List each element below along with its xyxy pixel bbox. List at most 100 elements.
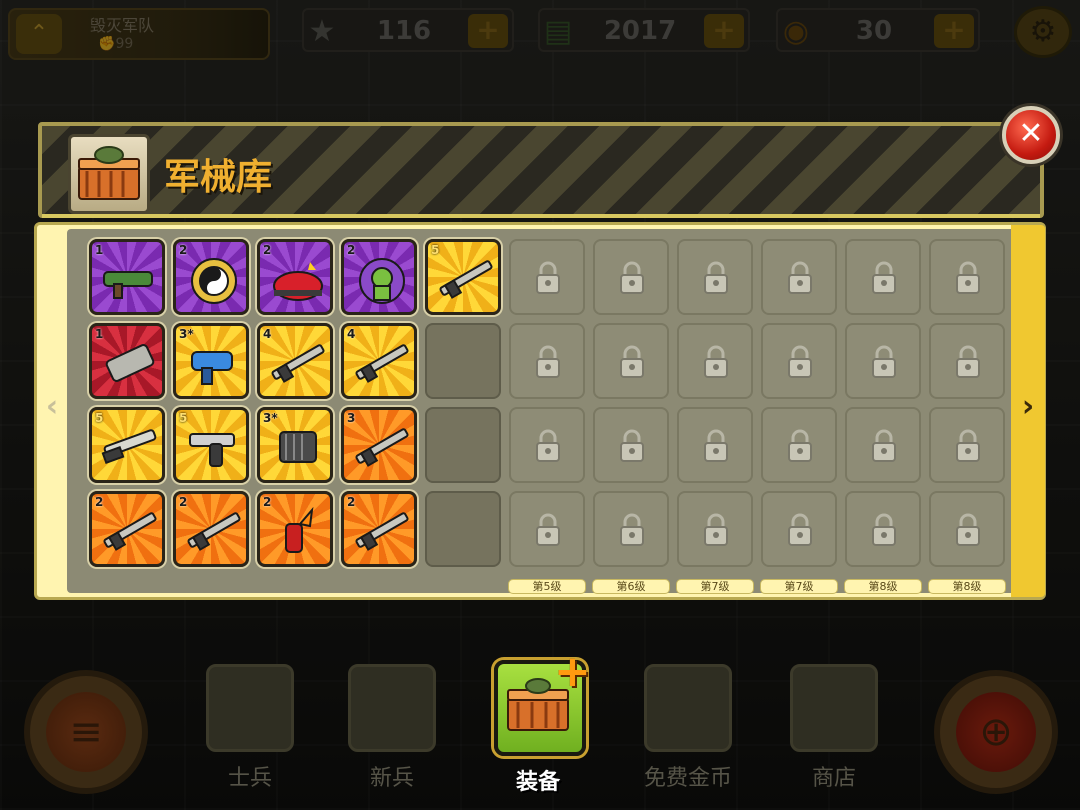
padlock-icon	[872, 513, 896, 546]
unlock-level-label: 第6级	[592, 579, 670, 594]
padlock-icon	[620, 261, 644, 294]
next-page-arrow[interactable]: ›	[1011, 225, 1045, 597]
armory-crate-badge	[68, 134, 150, 214]
armory-grid: 1 2 2 2 5 1 3* 4 4 5 5 3* 3 2 2 2 2 第5级 第6级 第7级 第7级 第8级 第8级	[67, 229, 1017, 594]
locked-slot[interactable]	[509, 491, 585, 567]
locked-slot[interactable]	[509, 323, 585, 399]
equipment-plus-icon: +	[554, 646, 591, 697]
nav-shop-label: 商店	[811, 766, 856, 791]
unlock-level-label: 第5级	[508, 579, 586, 594]
locked-slot[interactable]	[929, 491, 1005, 567]
locked-slot[interactable]	[845, 323, 921, 399]
nav-soldiers[interactable]: 士兵	[206, 664, 294, 804]
equipment-slot[interactable]: 3	[341, 407, 417, 483]
padlock-icon	[704, 345, 728, 378]
menu-lines-icon: ≡	[46, 692, 126, 772]
padlock-icon	[536, 429, 560, 462]
equipment-slot[interactable]: 2	[173, 491, 249, 567]
nav-recruits[interactable]: 新兵	[348, 664, 436, 804]
unlock-level-label: 第7级	[676, 579, 754, 594]
nav-free-coins-label: 免费金币	[643, 766, 732, 791]
nav-equipment[interactable]: + 装备	[494, 650, 591, 800]
padlock-icon	[620, 513, 644, 546]
popcorn-icon	[644, 664, 732, 752]
locked-slot[interactable]	[593, 323, 669, 399]
empty-slot[interactable]	[425, 491, 501, 567]
padlock-icon	[872, 261, 896, 294]
equipment-slot[interactable]: 3*	[173, 323, 249, 399]
locked-slot[interactable]	[761, 407, 837, 483]
soldier-shield-icon	[359, 258, 405, 304]
locked-slot[interactable]	[761, 239, 837, 315]
cannon-barrel-icon	[105, 344, 155, 382]
equipment-slot[interactable]: 2	[257, 491, 333, 567]
equipment-slot[interactable]: 1	[89, 323, 165, 399]
padlock-icon	[872, 345, 896, 378]
molotov-icon	[285, 506, 314, 553]
crosshair-icon: ⊕	[956, 692, 1036, 772]
armory-header: 军械库	[38, 122, 1044, 218]
menu-button[interactable]: ≡	[24, 670, 148, 794]
empty-slot[interactable]	[425, 323, 501, 399]
equipment-slot[interactable]: 4	[257, 323, 333, 399]
shotgun-icon	[101, 429, 157, 465]
locked-slot[interactable]	[677, 407, 753, 483]
equipment-slot[interactable]: 3*	[257, 407, 333, 483]
locked-slot[interactable]	[761, 491, 837, 567]
locked-slot[interactable]	[761, 323, 837, 399]
locked-slot[interactable]	[929, 323, 1005, 399]
locked-slot[interactable]	[509, 407, 585, 483]
unlock-level-label: 第8级	[844, 579, 922, 594]
empty-slot[interactable]	[425, 407, 501, 483]
assault-rifle-icon	[439, 260, 493, 299]
locked-slot[interactable]	[845, 407, 921, 483]
locked-slot[interactable]	[593, 407, 669, 483]
bottom-nav: ≡ 士兵 新兵 + 装备 免费金币 商店 ⊕	[0, 650, 1080, 810]
padlock-icon	[536, 261, 560, 294]
equipment-slot[interactable]: 5	[173, 407, 249, 483]
locked-slot[interactable]	[677, 491, 753, 567]
equipment-slot[interactable]: 2	[341, 239, 417, 315]
equipment-slot[interactable]: 2	[173, 239, 249, 315]
ammo-crate-icon	[78, 146, 140, 200]
padlock-icon	[704, 429, 728, 462]
padlock-icon	[788, 345, 812, 378]
sniper-rifle-icon	[355, 344, 409, 383]
locked-slot[interactable]	[593, 491, 669, 567]
locked-slot[interactable]	[677, 239, 753, 315]
padlock-icon	[536, 345, 560, 378]
prev-page-arrow[interactable]: ‹	[37, 225, 67, 597]
locked-slot[interactable]	[593, 239, 669, 315]
close-button[interactable]: ✕	[1002, 106, 1060, 164]
padlock-icon	[788, 429, 812, 462]
marksman-rifle-icon	[355, 512, 409, 551]
padlock-icon	[620, 429, 644, 462]
soldier-portrait-icon	[206, 664, 294, 752]
padlock-icon	[536, 513, 560, 546]
unlock-level-label: 第7级	[760, 579, 838, 594]
locked-slot[interactable]	[509, 239, 585, 315]
alarm-helmet-icon	[273, 262, 323, 301]
padlock-icon	[956, 429, 980, 462]
taser-gun-icon	[191, 351, 233, 385]
nav-free-coins[interactable]: 免费金币	[644, 664, 732, 804]
equipment-slot[interactable]: 4	[341, 323, 417, 399]
nav-soldiers-label: 士兵	[227, 766, 272, 791]
equipment-slot[interactable]: 5	[425, 239, 501, 315]
locked-slot[interactable]	[929, 239, 1005, 315]
locked-slot[interactable]	[845, 491, 921, 567]
equipment-slot[interactable]: 2	[341, 491, 417, 567]
locked-slot[interactable]	[845, 239, 921, 315]
locked-slot[interactable]	[929, 407, 1005, 483]
equipment-slot[interactable]: 2	[257, 239, 333, 315]
recruit-portrait-icon	[348, 664, 436, 752]
equipment-slot[interactable]: 1	[89, 239, 165, 315]
padlock-icon	[956, 345, 980, 378]
equipment-slot[interactable]: 2	[89, 491, 165, 567]
nav-shop[interactable]: 商店	[790, 664, 878, 804]
battle-rifle-icon	[355, 428, 409, 467]
equipment-slot[interactable]: 5	[89, 407, 165, 483]
battle-button[interactable]: ⊕	[934, 670, 1058, 794]
locked-slot[interactable]	[677, 323, 753, 399]
padlock-icon	[956, 513, 980, 546]
